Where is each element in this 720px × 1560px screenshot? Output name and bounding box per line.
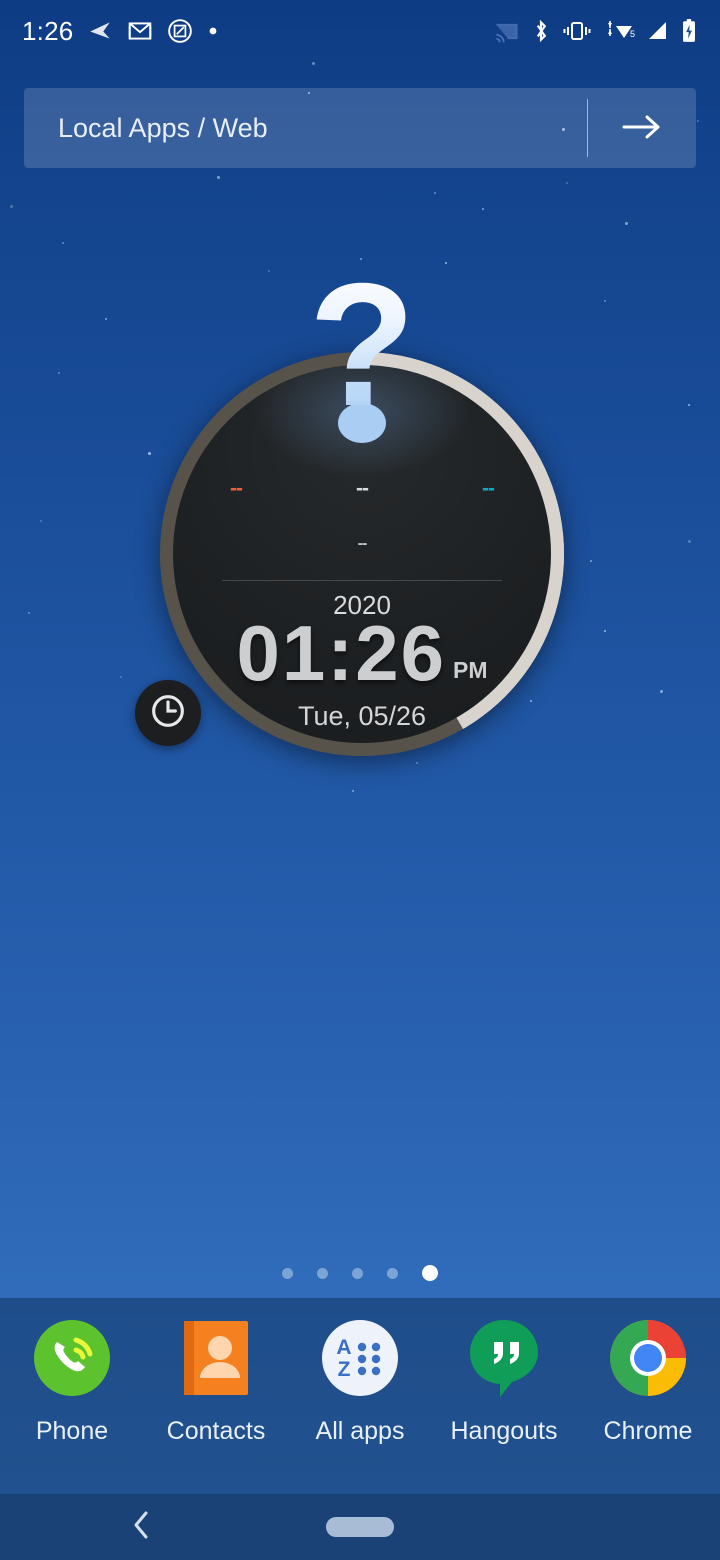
contacts-icon: [170, 1312, 262, 1404]
wifi-icon: 5: [602, 19, 636, 43]
clock-dash-row: -- -- --: [173, 478, 551, 499]
page-dot-5[interactable]: [422, 1265, 438, 1281]
battery-charging-icon: [680, 18, 698, 44]
vibrate-icon: [562, 19, 592, 43]
dock-item-chrome[interactable]: Chrome: [584, 1312, 712, 1446]
page-indicator: [0, 1265, 720, 1281]
chevron-left-icon: [127, 1508, 157, 1547]
status-bar-right: 5: [493, 18, 698, 45]
dock-label-all-apps: All apps: [315, 1417, 405, 1445]
search-input[interactable]: [24, 112, 587, 144]
clock-divider: [222, 580, 502, 582]
status-bar-left: 1:26: [22, 16, 219, 47]
compose-icon: [167, 18, 193, 44]
dock-item-hangouts[interactable]: Hangouts: [440, 1312, 568, 1446]
clock-time: 01:26: [236, 609, 446, 698]
dock-label-contacts: Contacts: [166, 1417, 266, 1445]
page-dot-2[interactable]: [317, 1267, 328, 1279]
dash-center: --: [355, 477, 369, 501]
search-bar[interactable]: [24, 88, 696, 168]
all-apps-icon: A Z: [314, 1312, 406, 1404]
dock-label-hangouts: Hangouts: [450, 1417, 558, 1445]
bluetooth-icon: [530, 18, 552, 44]
page-dot-1[interactable]: [282, 1267, 293, 1279]
svg-text:A: A: [336, 1336, 351, 1359]
cast-icon: [493, 18, 520, 45]
dash-left: --: [230, 477, 243, 501]
question-mark-glyph: ?: [308, 248, 416, 443]
page-dot-4[interactable]: [387, 1267, 398, 1279]
clock-widget[interactable]: ? -- -- -- -- 2020 01:26 PM Tue, 05/26: [135, 258, 564, 756]
dock-label-phone: Phone: [35, 1417, 109, 1445]
dock-item-phone[interactable]: Phone: [8, 1312, 136, 1446]
status-bar: 1:26 5: [0, 0, 720, 62]
home-pill-icon[interactable]: [326, 1517, 394, 1537]
dock: Phone Contacts A Z All apps Hangouts Chr…: [0, 1298, 720, 1494]
dock-item-all-apps[interactable]: A Z All apps: [296, 1312, 424, 1446]
clock-date: Tue, 05/26: [297, 701, 427, 732]
back-button[interactable]: [120, 1505, 164, 1549]
clock-app-badge[interactable]: [135, 680, 201, 746]
status-bar-clock: 1:26: [22, 15, 74, 46]
dot-icon: [207, 25, 219, 37]
dock-item-contacts[interactable]: Contacts: [152, 1312, 280, 1446]
navigation-bar: [0, 1494, 720, 1560]
svg-text:5: 5: [630, 29, 635, 39]
navigation-arrow-icon: [87, 18, 113, 44]
cellular-signal-icon: [646, 19, 670, 43]
hangouts-icon: [458, 1312, 550, 1404]
clock-time-row: 01:26 PM: [173, 614, 551, 692]
chrome-icon: [602, 1312, 694, 1404]
svg-text:Z: Z: [338, 1358, 351, 1381]
gmail-icon: [127, 18, 153, 44]
page-dot-3[interactable]: [352, 1267, 363, 1279]
search-submit-button[interactable]: [588, 88, 696, 168]
arrow-right-icon: [619, 110, 665, 147]
dock-label-chrome: Chrome: [603, 1417, 693, 1445]
phone-icon: [26, 1312, 118, 1404]
dash-right: --: [481, 477, 495, 501]
clock-icon: [148, 691, 188, 736]
dash-sub: --: [357, 535, 368, 553]
clock-ampm: PM: [453, 657, 488, 684]
